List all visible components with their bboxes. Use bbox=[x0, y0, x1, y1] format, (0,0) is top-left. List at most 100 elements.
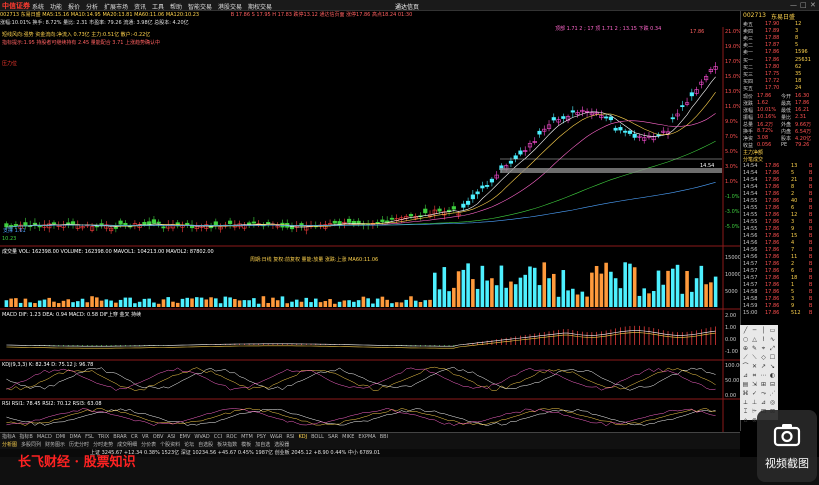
draw-tool-icon[interactable]: ⌂ bbox=[742, 417, 749, 424]
indicator-tab[interactable]: FSL bbox=[83, 434, 96, 440]
draw-tool-icon[interactable]: ✕ bbox=[751, 363, 758, 370]
volume-bar bbox=[18, 302, 23, 307]
draw-tool-icon[interactable]: ⇲ bbox=[751, 381, 758, 388]
draw-tool-icon[interactable]: ∿ bbox=[769, 336, 776, 343]
indicator-tab[interactable]: MACD bbox=[35, 434, 54, 440]
candle bbox=[113, 227, 118, 229]
view-tab[interactable]: 多股同列 bbox=[19, 441, 43, 448]
draw-tool-icon[interactable]: ⟂ bbox=[742, 399, 749, 406]
menu-help[interactable]: 帮助 bbox=[170, 2, 182, 11]
draw-tool-icon[interactable]: ⌗ bbox=[751, 372, 758, 379]
draw-tool-icon[interactable]: ⤳ bbox=[760, 390, 767, 397]
view-tab[interactable]: 历史分时 bbox=[67, 441, 91, 448]
menu-options-trade[interactable]: 期权交易 bbox=[248, 2, 272, 11]
draw-tool-icon[interactable]: ⊞ bbox=[760, 381, 767, 388]
draw-tool-icon[interactable]: ↗ bbox=[760, 363, 767, 370]
indicator-tab[interactable]: 指标A bbox=[0, 433, 17, 440]
menu-smart-trade[interactable]: 智能交易 bbox=[188, 2, 212, 11]
menu-analysis[interactable]: 分析 bbox=[86, 2, 98, 11]
view-tab[interactable]: 板块指数 bbox=[215, 441, 239, 448]
draw-tool-icon[interactable]: ⌇ bbox=[760, 336, 767, 343]
indicator-tab[interactable]: KDJ bbox=[296, 434, 309, 440]
draw-tool-icon[interactable]: ⌒ bbox=[742, 363, 749, 370]
draw-tool-icon[interactable]: ╱ bbox=[742, 327, 749, 334]
indicator-tab[interactable]: TRIX bbox=[96, 434, 111, 440]
draw-tool-icon[interactable]: ⌖ bbox=[760, 345, 767, 352]
menu-hk-trade[interactable]: 港股交易 bbox=[218, 2, 242, 11]
indicator-tab[interactable]: DMA bbox=[68, 434, 84, 440]
indicator-tab[interactable]: OBV bbox=[151, 434, 166, 440]
draw-tool-icon[interactable]: ⊕ bbox=[742, 345, 749, 352]
minimize-icon[interactable]: — bbox=[790, 1, 797, 9]
view-tab[interactable]: 财务图示 bbox=[43, 441, 67, 448]
menu-extended-market[interactable]: 扩展市场 bbox=[104, 2, 128, 11]
draw-tool-icon[interactable]: ⌶ bbox=[742, 408, 749, 415]
view-tab[interactable]: 个股资料 bbox=[158, 441, 182, 448]
indicator-tab[interactable]: BRAR bbox=[111, 434, 129, 440]
draw-tool-icon[interactable]: ⌘ bbox=[742, 390, 749, 397]
draw-tool-icon[interactable]: ◎ bbox=[769, 399, 776, 406]
draw-tool-icon[interactable]: ⤢ bbox=[769, 345, 776, 352]
draw-tool-icon[interactable]: ⊥ bbox=[751, 399, 758, 406]
view-tab[interactable]: 选股器 bbox=[272, 441, 291, 448]
indicator-tab[interactable]: PSY bbox=[255, 434, 268, 440]
indicator-tab[interactable]: VR bbox=[140, 434, 151, 440]
draw-tool-icon[interactable]: ⟍ bbox=[751, 354, 758, 361]
draw-tool-icon[interactable]: ⋰ bbox=[769, 390, 776, 397]
indicator-tab[interactable]: W&R bbox=[268, 434, 284, 440]
draw-tool-icon[interactable]: ▭ bbox=[769, 327, 776, 334]
close-icon[interactable]: ✕ bbox=[810, 1, 816, 9]
draw-tool-icon[interactable]: ⟋ bbox=[742, 354, 749, 361]
view-tab[interactable]: 论坛 bbox=[182, 441, 196, 448]
candle bbox=[347, 218, 352, 223]
menu-function[interactable]: 功能 bbox=[50, 2, 62, 11]
indicator-tab[interactable]: MIKE bbox=[340, 434, 356, 440]
indicator-tab[interactable]: EMV bbox=[177, 434, 192, 440]
view-tab[interactable]: 分价表 bbox=[139, 441, 158, 448]
draw-tool-icon[interactable]: ✓ bbox=[751, 390, 758, 397]
draw-tool-icon[interactable]: ◐ bbox=[769, 372, 776, 379]
chart-area[interactable]: 21.0% 19.0% 17.0% 15.0% 13.0% 11.0% 9.0% 7.0% 5.… bbox=[0, 26, 743, 432]
buy-volume: 62 bbox=[795, 64, 802, 70]
view-tab[interactable]: 成交明细 bbox=[115, 441, 139, 448]
menu-quote[interactable]: 报价 bbox=[68, 2, 80, 11]
maximize-icon[interactable]: □ bbox=[800, 1, 807, 9]
draw-tool-icon[interactable]: ⊿ bbox=[742, 372, 749, 379]
view-tab[interactable]: 加自选 bbox=[253, 441, 272, 448]
view-tab[interactable]: 自选股 bbox=[196, 441, 215, 448]
volume-bar bbox=[28, 302, 32, 307]
volume-bar bbox=[404, 299, 408, 307]
indicator-tab[interactable]: MTM bbox=[239, 434, 255, 440]
indicator-tab[interactable]: BOLL bbox=[309, 434, 326, 440]
draw-tool-icon[interactable]: ◇ bbox=[760, 354, 767, 361]
draw-tool-icon[interactable]: ○ bbox=[742, 336, 749, 343]
indicator-tab[interactable]: ROC bbox=[224, 434, 239, 440]
draw-tool-icon[interactable]: ✎ bbox=[751, 345, 758, 352]
draw-tool-icon[interactable]: ↘ bbox=[769, 363, 776, 370]
indicator-tab[interactable]: 指标B bbox=[17, 433, 34, 440]
indicator-tab[interactable]: SAR bbox=[326, 434, 340, 440]
draw-tool-icon[interactable]: ⋯ bbox=[760, 372, 767, 379]
draw-tool-icon[interactable]: ─ bbox=[751, 327, 758, 334]
indicator-tab[interactable]: DMI bbox=[54, 434, 68, 440]
menu-info[interactable]: 资讯 bbox=[134, 2, 146, 11]
indicator-tab[interactable]: EXPMA bbox=[356, 434, 377, 440]
indicator-tab[interactable]: WVAD bbox=[192, 434, 211, 440]
indicator-tab[interactable]: RSI bbox=[284, 434, 296, 440]
video-capture-button[interactable] bbox=[757, 410, 817, 482]
draw-tool-icon[interactable]: │ bbox=[760, 327, 767, 334]
draw-tool-icon[interactable]: ▤ bbox=[742, 381, 749, 388]
indicator-tab[interactable]: ASI bbox=[165, 434, 177, 440]
indicator-tab[interactable]: CCI bbox=[212, 434, 224, 440]
view-tab[interactable]: 分析图 bbox=[0, 441, 19, 448]
draw-tool-icon[interactable]: ⊿ bbox=[760, 399, 767, 406]
draw-tool-icon[interactable]: ☐ bbox=[769, 354, 776, 361]
menu-system[interactable]: 系统 bbox=[32, 2, 44, 11]
indicator-tab[interactable]: BBI bbox=[378, 434, 390, 440]
indicator-tab[interactable]: CR bbox=[129, 434, 140, 440]
view-tab[interactable]: 模板 bbox=[239, 441, 253, 448]
draw-tool-icon[interactable]: ⊟ bbox=[769, 381, 776, 388]
view-tab[interactable]: 分时走势 bbox=[91, 441, 115, 448]
menu-tools[interactable]: 工具 bbox=[152, 2, 164, 11]
draw-tool-icon[interactable]: △ bbox=[751, 336, 758, 343]
